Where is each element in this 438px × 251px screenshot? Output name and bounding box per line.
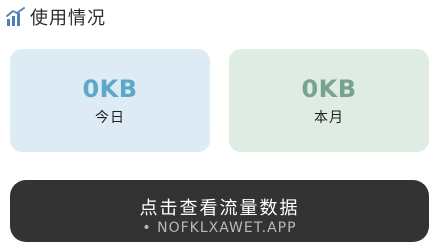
- usage-panel: 使用情况 0KB 今日 0KB 本月 点击查看流量数据 • NOFKLXAWET…: [0, 0, 438, 251]
- month-usage-card: 0KB 本月: [229, 49, 429, 152]
- page-title: 使用情况: [30, 8, 106, 29]
- usage-header: 使用情况: [6, 4, 106, 30]
- today-usage-value: 0KB: [82, 74, 138, 103]
- today-usage-card: 0KB 今日: [10, 49, 210, 152]
- month-usage-label: 本月: [314, 109, 344, 126]
- month-usage-value: 0KB: [301, 74, 357, 103]
- watermark-text: • NOFKLXAWET.APP: [142, 220, 297, 236]
- bar-chart-icon: [6, 7, 25, 26]
- view-traffic-data-button[interactable]: 点击查看流量数据 • NOFKLXAWET.APP: [10, 180, 429, 242]
- view-traffic-data-label: 点击查看流量数据: [139, 198, 300, 219]
- today-usage-label: 今日: [95, 109, 125, 126]
